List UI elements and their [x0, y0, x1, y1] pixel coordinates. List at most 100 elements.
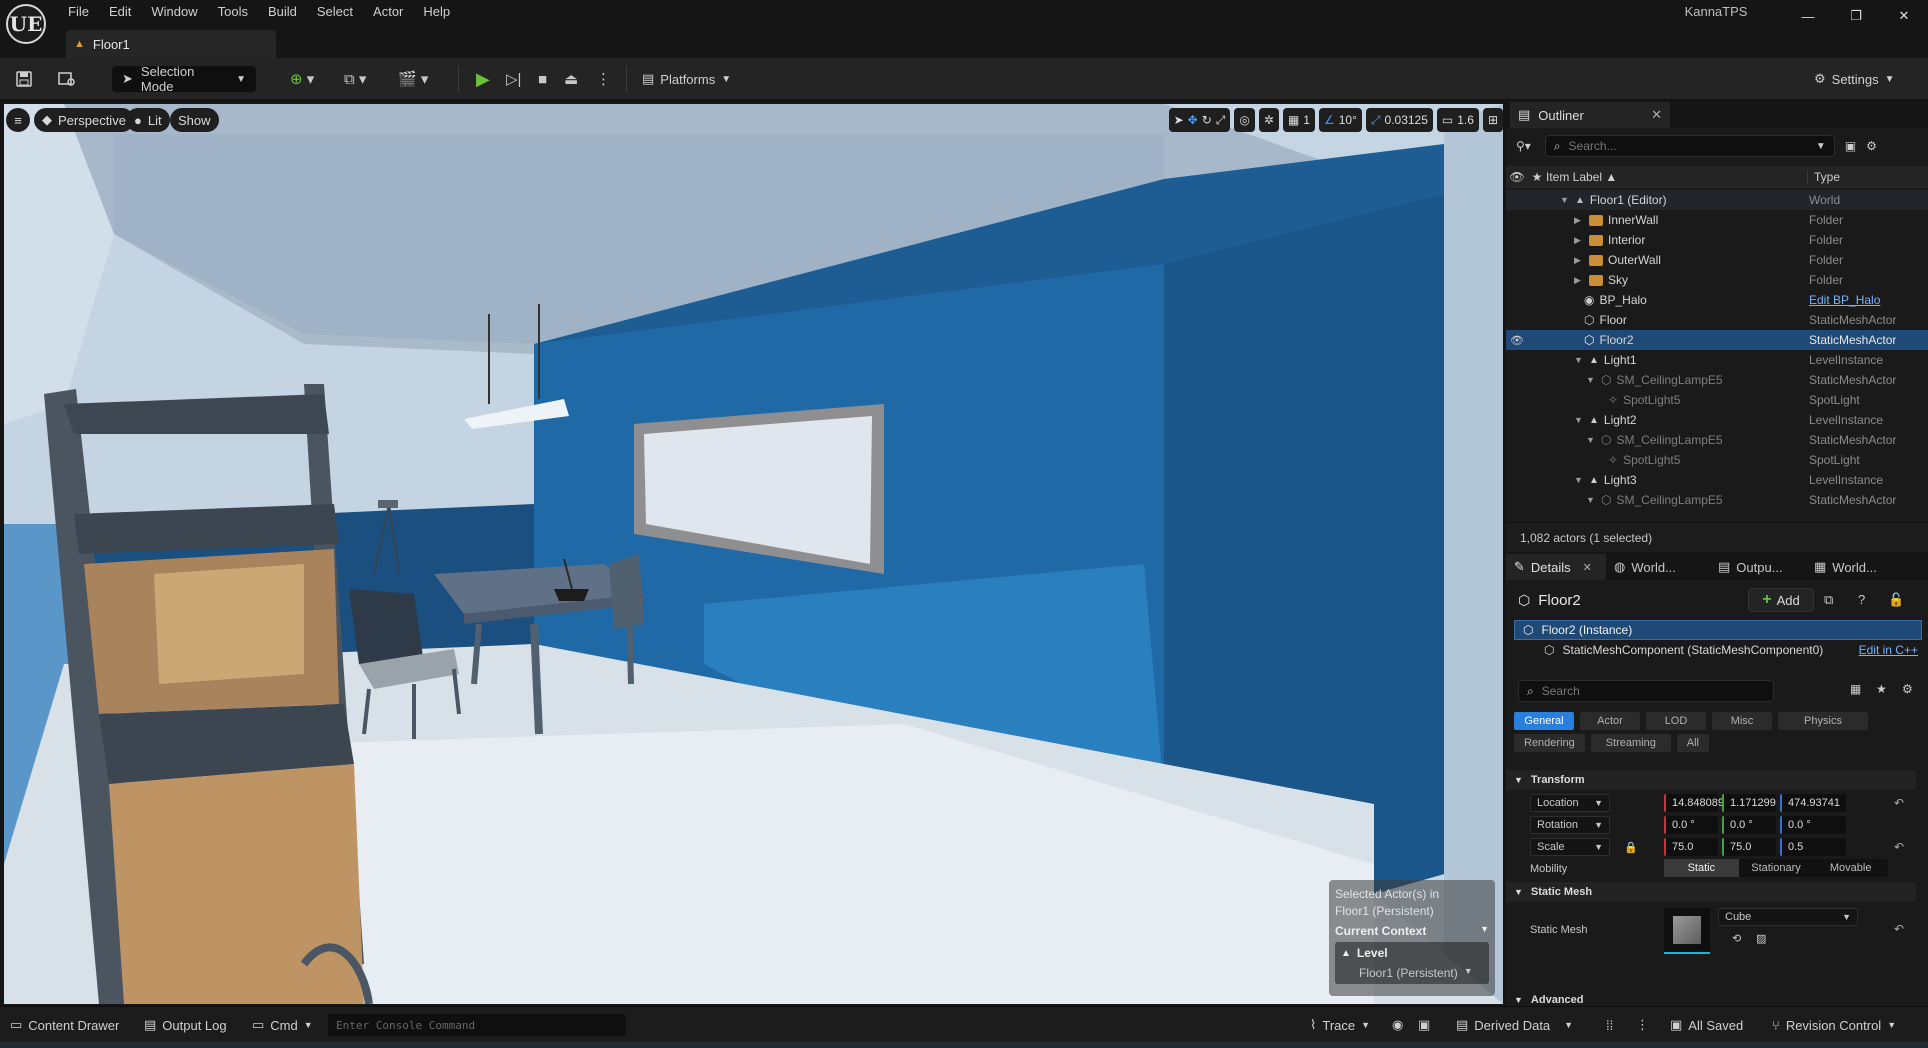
menu-edit[interactable]: Edit — [99, 0, 141, 24]
platforms-dropdown[interactable]: ▤ Platforms ▼ — [642, 66, 731, 92]
star-icon[interactable]: ★ — [1876, 682, 1887, 696]
select-tool-icon[interactable]: ➤ — [1174, 113, 1184, 127]
tree-row[interactable]: ▶ InnerWall Folder — [1506, 210, 1928, 230]
console-input[interactable]: Enter Console Command — [328, 1014, 626, 1036]
trace-dropdown[interactable]: ⌇ Trace ▼ — [1310, 1015, 1370, 1035]
camera-speed-button[interactable]: ▭ 1.6 — [1436, 108, 1479, 132]
menu-file[interactable]: File — [58, 0, 99, 24]
browse-content-icon[interactable] — [58, 66, 76, 92]
filter-misc[interactable]: Misc — [1712, 712, 1772, 730]
filter-streaming[interactable]: Streaming — [1590, 734, 1671, 752]
chevron-down-icon[interactable]: ▼ — [1574, 355, 1584, 365]
record-icon[interactable]: ◉ — [1392, 1015, 1403, 1035]
menu-actor[interactable]: Actor — [363, 0, 413, 24]
filter-physics[interactable]: Physics — [1778, 712, 1868, 730]
tree-row[interactable]: ◉ BP_Halo Edit BP_Halo — [1506, 290, 1928, 310]
blueprint-convert-icon[interactable]: ⧉ — [1824, 592, 1833, 608]
reset-icon[interactable]: ↶ — [1894, 840, 1904, 854]
perspective-button[interactable]: ◆ Perspective — [34, 108, 134, 132]
chevron-right-icon[interactable]: ▶ — [1574, 255, 1584, 266]
lock-icon[interactable]: 🔓 — [1888, 592, 1904, 608]
tree-row[interactable]: ▼ ▲ Light3 LevelInstance — [1506, 470, 1928, 490]
play-icon[interactable]: ▶ — [476, 66, 490, 92]
surface-snap-icon[interactable]: ✲ — [1258, 108, 1279, 132]
details-search-input[interactable]: ⌕ Search — [1518, 680, 1774, 702]
gear-icon[interactable]: ⚙ — [1902, 682, 1913, 696]
tree-row-selected[interactable]: 👁 ⬡ Floor2 StaticMeshActor — [1506, 330, 1928, 350]
lock-icon[interactable]: 🔒 — [1624, 841, 1638, 854]
restore-icon[interactable]: ❐ — [1832, 0, 1880, 32]
browse-icon[interactable]: ▨ — [1756, 932, 1766, 945]
show-button[interactable]: Show — [170, 108, 219, 132]
actor-name[interactable]: Floor2 — [1538, 592, 1581, 609]
close-tab-icon[interactable]: ✕ — [1651, 107, 1662, 123]
filter-rendering[interactable]: Rendering — [1514, 734, 1585, 752]
static-mesh-section-header[interactable]: ▼ Static Mesh — [1506, 882, 1916, 902]
cmd-dropdown[interactable]: ▭ Cmd ▼ — [252, 1015, 313, 1035]
document-tab-floor1[interactable]: ▲ Floor1 — [66, 30, 276, 58]
static-mesh-dropdown[interactable]: Cube ▼ — [1718, 908, 1858, 926]
location-y-input[interactable]: 1.171299 — [1722, 794, 1776, 812]
more-options-icon[interactable]: ⋮ — [1636, 1015, 1649, 1035]
menu-tools[interactable]: Tools — [208, 0, 258, 24]
tree-row[interactable]: ▼ ⬡ SM_CeilingLampE5 StaticMeshActor — [1506, 490, 1928, 510]
tree-row[interactable]: ▼ ⬡ SM_CeilingLampE5 StaticMeshActor — [1506, 430, 1928, 450]
viewport-layout-icon[interactable]: ⊞ — [1482, 108, 1503, 132]
pin-column-icon[interactable]: ★ — [1528, 170, 1546, 184]
component-row[interactable]: ⬡ StaticMeshComponent (StaticMeshCompone… — [1514, 640, 1922, 660]
stop-icon[interactable]: ■ — [538, 66, 547, 92]
menu-help[interactable]: Help — [413, 0, 460, 24]
filter-lod[interactable]: LOD — [1646, 712, 1706, 730]
tree-row[interactable]: ▼ ▲ Light2 LevelInstance — [1506, 410, 1928, 430]
scale-x-input[interactable]: 75.0 — [1664, 838, 1718, 856]
chevron-right-icon[interactable]: ▶ — [1574, 275, 1584, 286]
chevron-down-icon[interactable]: ▼ — [1586, 495, 1596, 505]
location-dropdown[interactable]: Location ▼ — [1530, 794, 1610, 812]
tree-row[interactable]: ✧ SpotLight5 SpotLight — [1506, 390, 1928, 410]
mobility-static[interactable]: Static — [1664, 859, 1739, 877]
visibility-column-icon[interactable]: 👁 — [1506, 170, 1528, 184]
scale-tool-icon[interactable]: ⤢ — [1216, 113, 1226, 128]
type-column[interactable]: Type — [1808, 170, 1840, 184]
content-drawer-button[interactable]: ▭ Content Drawer — [10, 1015, 119, 1035]
edit-blueprint-link[interactable]: Edit BP_Halo — [1809, 293, 1919, 307]
context-level-dropdown[interactable]: Floor1 (Persistent) ▼ — [1341, 966, 1483, 980]
angle-snap-toggle[interactable]: ∠ 10° — [1318, 108, 1362, 132]
chevron-down-icon[interactable]: ▼ — [1574, 415, 1584, 425]
rotation-x-input[interactable]: 0.0 ° — [1664, 816, 1718, 834]
menu-window[interactable]: Window — [141, 0, 207, 24]
tree-row[interactable]: ▶ Sky Folder — [1506, 270, 1928, 290]
all-saved-button[interactable]: ▣ All Saved — [1670, 1015, 1743, 1035]
help-icon[interactable]: ? — [1858, 592, 1865, 607]
settings-dropdown[interactable]: ⚙ Settings ▼ — [1814, 66, 1895, 92]
new-folder-icon[interactable]: ▣ — [1845, 139, 1856, 153]
location-x-input[interactable]: 14.848089 — [1664, 794, 1724, 812]
tab-outliner[interactable]: ▤ Outliner ✕ — [1510, 102, 1670, 128]
derived-data-dropdown[interactable]: ▤ Derived Data ▼ — [1456, 1015, 1573, 1035]
menu-select[interactable]: Select — [307, 0, 363, 24]
rotation-y-input[interactable]: 0.0 ° — [1722, 816, 1776, 834]
minimize-icon[interactable]: — — [1784, 0, 1832, 32]
scale-z-input[interactable]: 0.5 — [1780, 838, 1846, 856]
level-viewport[interactable]: ≡ ◆ Perspective ● Lit Show ➤ ✥ ↻ ⤢ ◎ ✲ ▦… — [4, 104, 1503, 1004]
transform-section-header[interactable]: ▼ Transform — [1506, 770, 1916, 790]
unreal-logo-icon[interactable]: UE — [6, 4, 46, 44]
tab-details[interactable]: ✎ Details ✕ — [1506, 554, 1606, 580]
chevron-down-icon[interactable]: ▼ — [1586, 435, 1596, 445]
tab-output[interactable]: ▤ Outpu... — [1710, 554, 1806, 580]
reset-icon[interactable]: ↶ — [1894, 922, 1904, 936]
tree-row[interactable]: ▼ ▲ Light1 LevelInstance — [1506, 350, 1928, 370]
screenshot-icon[interactable]: ▣ — [1418, 1015, 1430, 1035]
tree-row[interactable]: ✧ SpotLight5 SpotLight — [1506, 450, 1928, 470]
table-view-icon[interactable]: ▦ — [1850, 682, 1861, 696]
outliner-search-input[interactable]: ⌕ Search... ▼ — [1544, 135, 1835, 157]
close-icon[interactable]: ✕ — [1880, 0, 1928, 32]
current-context-header[interactable]: Current Context ▼ — [1335, 924, 1489, 938]
component-instance-row[interactable]: ⬡ Floor2 (Instance) — [1514, 620, 1922, 640]
grid-snap-toggle[interactable]: ▦ 1 — [1282, 108, 1315, 132]
mesh-thumbnail[interactable] — [1664, 908, 1710, 954]
tree-row[interactable]: ▼ ▲ Floor1 (Editor) World — [1506, 190, 1928, 210]
chevron-down-icon[interactable]: ▼ — [1560, 195, 1570, 205]
scale-dropdown[interactable]: Scale ▼ — [1530, 838, 1610, 856]
cinematics-icon[interactable]: 🎬 ▾ — [398, 66, 428, 92]
